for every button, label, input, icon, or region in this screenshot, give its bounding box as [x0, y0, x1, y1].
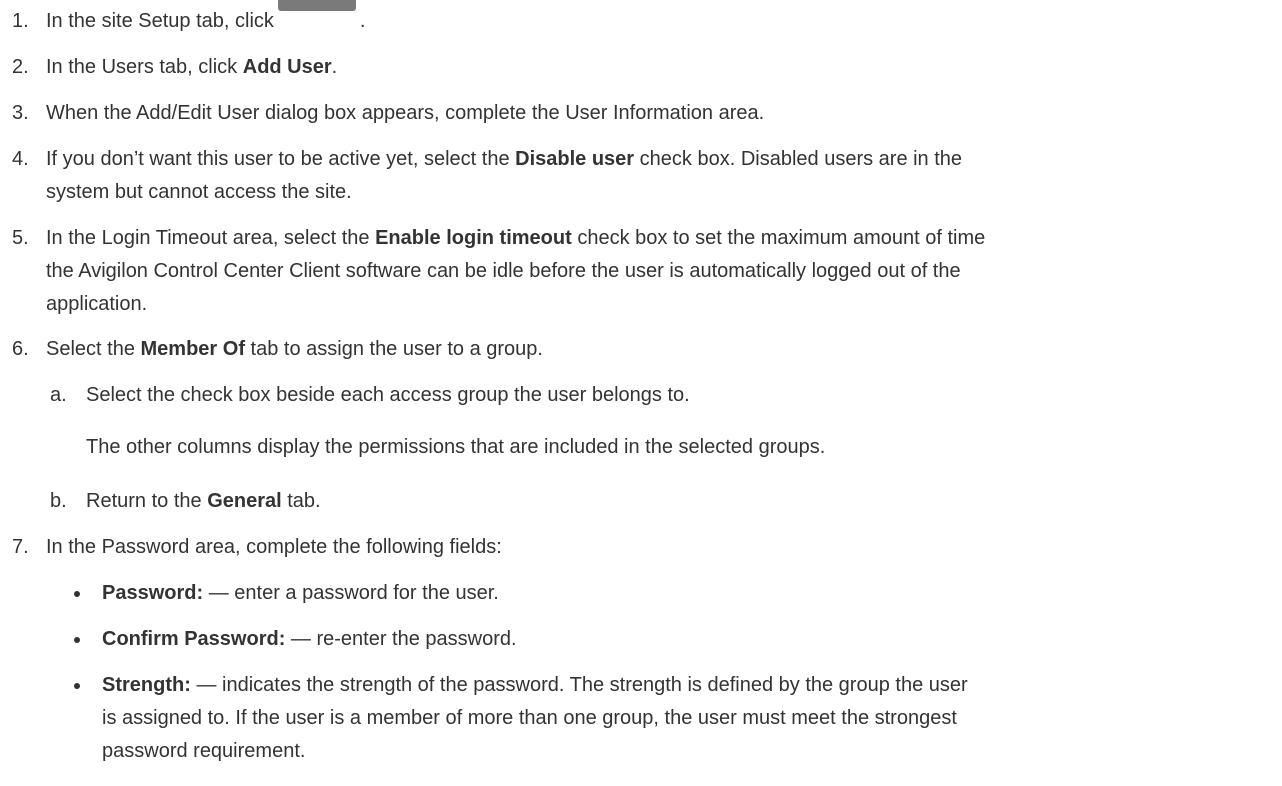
- enable-login-timeout-label: Enable login timeout: [375, 227, 572, 249]
- step-text: In the site Setup tab, click.: [46, 0, 1274, 38]
- user-setup-button-icon: [277, 0, 356, 19]
- substep-text: Select the check box beside each access …: [86, 384, 690, 406]
- step-number: 2.: [12, 56, 29, 78]
- disable-user-label: Disable user: [515, 148, 635, 170]
- step-text: In the Password area, complete the follo…: [46, 536, 502, 558]
- step-number: 4.: [12, 148, 29, 170]
- member-of-label: Member Of: [140, 338, 245, 360]
- substep-letter: a.: [50, 384, 67, 406]
- bullet-dot-icon: [74, 591, 80, 597]
- step-text: In the Users tab, click Add User.: [46, 56, 338, 78]
- bullet-text: Strength: — indicates the strength of th…: [102, 674, 968, 762]
- step-text: In the Login Timeout area, select the En…: [46, 227, 986, 315]
- step-number: 5.: [12, 227, 29, 249]
- step-number: 7.: [12, 536, 29, 558]
- general-tab-label: General: [207, 490, 282, 512]
- step-number: 3.: [12, 102, 29, 124]
- bullet-dot-icon: [74, 637, 80, 643]
- step-text: When the Add/Edit User dialog box appear…: [46, 102, 765, 124]
- add-user-label: Add User: [242, 56, 332, 78]
- substep-letter: b.: [50, 490, 67, 512]
- bullet-dot-icon: [74, 683, 80, 689]
- bullet-text: Password: — enter a password for the use…: [102, 582, 499, 604]
- step-text: Select the Member Of tab to assign the u…: [46, 338, 543, 360]
- step-text: If you don’t want this user to be active…: [46, 148, 963, 203]
- step-number: 6.: [12, 338, 29, 360]
- substep-text: Return to the General tab.: [86, 490, 321, 512]
- step-number: 1.: [12, 10, 29, 32]
- substep-note: The other columns display the permission…: [86, 436, 826, 458]
- bullet-text: Confirm Password: — re-enter the passwor…: [102, 628, 517, 650]
